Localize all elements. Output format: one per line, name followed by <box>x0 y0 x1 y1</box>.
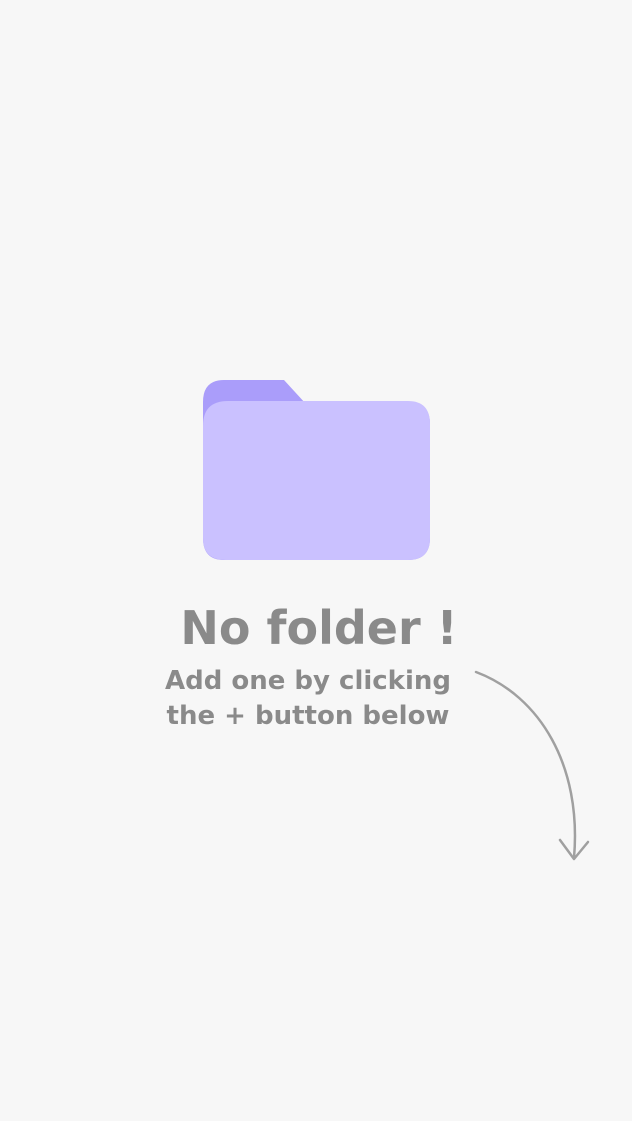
empty-state: No folder ! Add one by clicking the + bu… <box>0 0 632 1121</box>
empty-subtitle: Add one by clicking the + button below <box>150 664 466 734</box>
subtitle-line-1: Add one by clicking <box>164 666 452 696</box>
subtitle-line-2: the + button below <box>166 701 450 731</box>
empty-title: No folder ! <box>180 601 458 655</box>
curved-arrow-down-icon <box>474 670 590 861</box>
folder-icon <box>203 380 430 560</box>
